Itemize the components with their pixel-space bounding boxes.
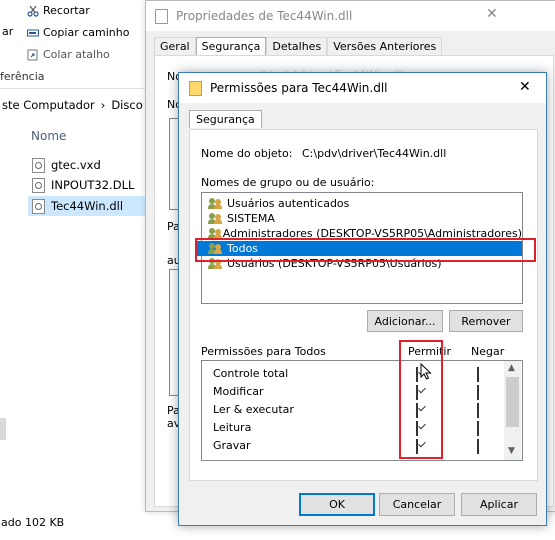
permissions-dialog: Permissões para Tec44Win.dll ✕ Segurança…	[178, 72, 547, 526]
permission-name: Modificar	[213, 385, 264, 398]
add-button[interactable]: Adicionar...	[367, 310, 443, 332]
tab-security[interactable]: Segurança	[189, 110, 262, 128]
close-icon[interactable]: ✕	[519, 79, 531, 95]
file-icon	[155, 8, 168, 24]
paste-shortcut-icon	[27, 49, 39, 61]
close-icon[interactable]: ✕	[486, 6, 498, 22]
copy-path-label: Copiar caminho	[43, 26, 130, 39]
ribbon-group-label: ferência	[0, 70, 45, 83]
deny-checkbox[interactable]	[477, 439, 479, 454]
file-name: gtec.vxd	[51, 158, 101, 172]
permission-name: Leitura	[213, 421, 252, 434]
group-name: Usuários autenticados	[227, 197, 350, 210]
properties-tabs: Geral Segurança Detalhes Versões Anterio…	[154, 37, 443, 55]
paste-shortcut-label: Colar atalho	[43, 48, 110, 61]
permissions-listbox: Controle total Modificar Ler & executar …	[201, 360, 523, 461]
breadcrumb-item-computer[interactable]: ste Computador	[2, 98, 95, 112]
scroll-down-icon[interactable]: ▼	[508, 446, 515, 456]
permission-row: Gravar	[202, 437, 522, 455]
cancel-button[interactable]: Cancelar	[379, 493, 455, 516]
permissions-scrollbar[interactable]: ▲ ▼	[504, 361, 521, 460]
properties-title: Propriedades de Tec44Win.dll	[176, 9, 353, 23]
permission-row: Ler & executar	[202, 401, 522, 419]
permission-row: Controle total	[202, 365, 522, 383]
deny-checkbox[interactable]	[477, 421, 479, 436]
file-row-selected[interactable]: Tec44Win.dll	[28, 196, 145, 216]
apply-button[interactable]: Aplicar	[461, 493, 537, 516]
tab-previous-versions[interactable]: Versões Anteriores	[327, 37, 443, 55]
permission-row: Modificar	[202, 383, 522, 401]
permission-name: Ler & executar	[213, 403, 294, 416]
system-file-icon	[32, 157, 45, 173]
file-row[interactable]: gtec.vxd	[28, 155, 145, 175]
users-group-icon	[208, 213, 223, 224]
deny-checkbox[interactable]	[477, 385, 479, 400]
permission-name: Gravar	[213, 439, 251, 452]
copy-path-button[interactable]: Copiar caminho	[27, 26, 129, 39]
permissions-title: Permissões para Tec44Win.dll	[210, 81, 388, 95]
ribbon-fragment-top: ar	[2, 25, 14, 38]
permissions-titlebar: Permissões para Tec44Win.dll ✕	[179, 73, 546, 103]
ribbon-divider	[0, 88, 145, 89]
scissors-icon	[27, 5, 39, 17]
column-header-name[interactable]: Nome	[31, 129, 66, 143]
permissions-label: Permissões para Todos	[201, 345, 326, 358]
paste-shortcut-button[interactable]: Colar atalho	[27, 48, 110, 61]
scroll-thumb-left[interactable]	[0, 418, 6, 440]
breadcrumb-item-disk[interactable]: Disco	[111, 98, 142, 112]
tab-details[interactable]: Detalhes	[266, 37, 328, 55]
security-tab-panel: Nome do objeto: C:\pdv\driver\Tec44Win.d…	[189, 129, 538, 481]
scroll-thumb[interactable]	[506, 377, 519, 427]
file-name: Tec44Win.dll	[51, 199, 124, 213]
group-name: SISTEMA	[227, 212, 275, 225]
properties-titlebar: Propriedades de Tec44Win.dll ✕	[146, 1, 555, 31]
status-bar-text: ado 102 KB	[1, 516, 65, 529]
folder-icon	[189, 80, 202, 96]
dll-file-icon	[32, 177, 45, 193]
permission-row: Leitura	[202, 419, 522, 437]
file-name: INPOUT32.DLL	[51, 178, 135, 192]
highlight-todos	[195, 238, 536, 262]
tab-general[interactable]: Geral	[154, 37, 196, 55]
cut-button[interactable]: Recortar	[27, 4, 90, 17]
copy-path-icon	[27, 27, 39, 39]
object-name-label: Nome do objeto:	[201, 147, 293, 160]
object-name-value: C:\pdv\driver\Tec44Win.dll	[302, 147, 447, 160]
deny-checkbox[interactable]	[477, 403, 479, 418]
users-group-icon	[208, 198, 223, 209]
dll-file-icon	[32, 198, 45, 214]
highlight-allow-column	[399, 340, 443, 459]
file-row[interactable]: INPOUT32.DLL	[28, 175, 145, 195]
permission-name: Controle total	[213, 367, 289, 380]
deny-header: Negar	[471, 345, 505, 358]
group-item[interactable]: SISTEMA	[202, 211, 522, 226]
cut-label: Recortar	[43, 4, 90, 17]
breadcrumb-separator: ›	[100, 98, 106, 112]
deny-checkbox[interactable]	[477, 367, 479, 382]
breadcrumb: ste Computador › Disco	[2, 98, 143, 112]
tab-security[interactable]: Segurança	[195, 37, 267, 55]
groups-label: Nomes de grupo ou de usuário:	[201, 176, 375, 189]
remove-button[interactable]: Remover	[449, 310, 523, 332]
group-item[interactable]: Usuários autenticados	[202, 196, 522, 211]
scroll-up-icon[interactable]: ▲	[508, 363, 515, 373]
ok-button[interactable]: OK	[299, 493, 375, 516]
